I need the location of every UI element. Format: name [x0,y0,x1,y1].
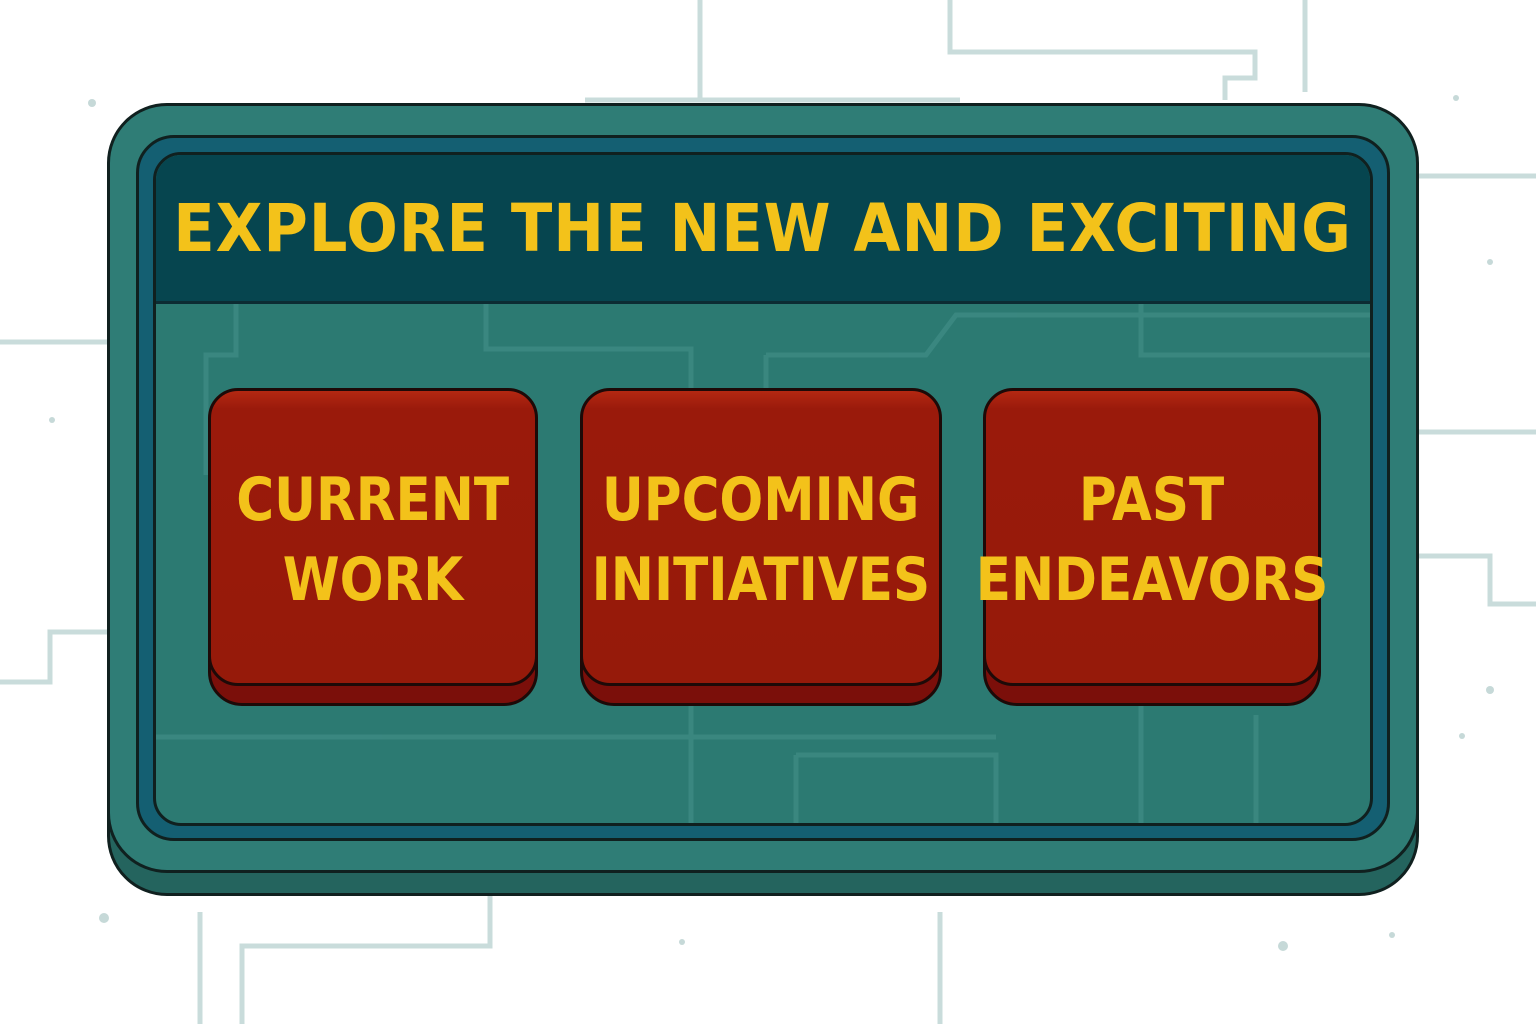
past-endeavors-label-line2: ENDEAVORS [975,545,1329,615]
upcoming-initiatives-button[interactable]: UPCOMING INITIATIVES [580,388,942,706]
past-endeavors-button[interactable]: PAST ENDEAVORS [976,388,1328,706]
button-face[interactable]: CURRENT WORK [208,388,538,686]
header-bar: EXPLORE THE NEW AND EXCITING [156,155,1370,304]
page-title: EXPLORE THE NEW AND EXCITING [173,189,1353,267]
current-work-label-line2: WORK [282,545,464,615]
upcoming-initiatives-label-line1: UPCOMING [602,465,920,535]
past-endeavors-label-line1: PAST [1079,465,1225,535]
current-work-label-line1: CURRENT [236,465,510,535]
button-face[interactable]: PAST ENDEAVORS [976,388,1328,686]
button-face[interactable]: UPCOMING INITIATIVES [580,388,942,686]
current-work-button[interactable]: CURRENT WORK [208,388,538,706]
upcoming-initiatives-label-line2: INITIATIVES [591,545,931,615]
